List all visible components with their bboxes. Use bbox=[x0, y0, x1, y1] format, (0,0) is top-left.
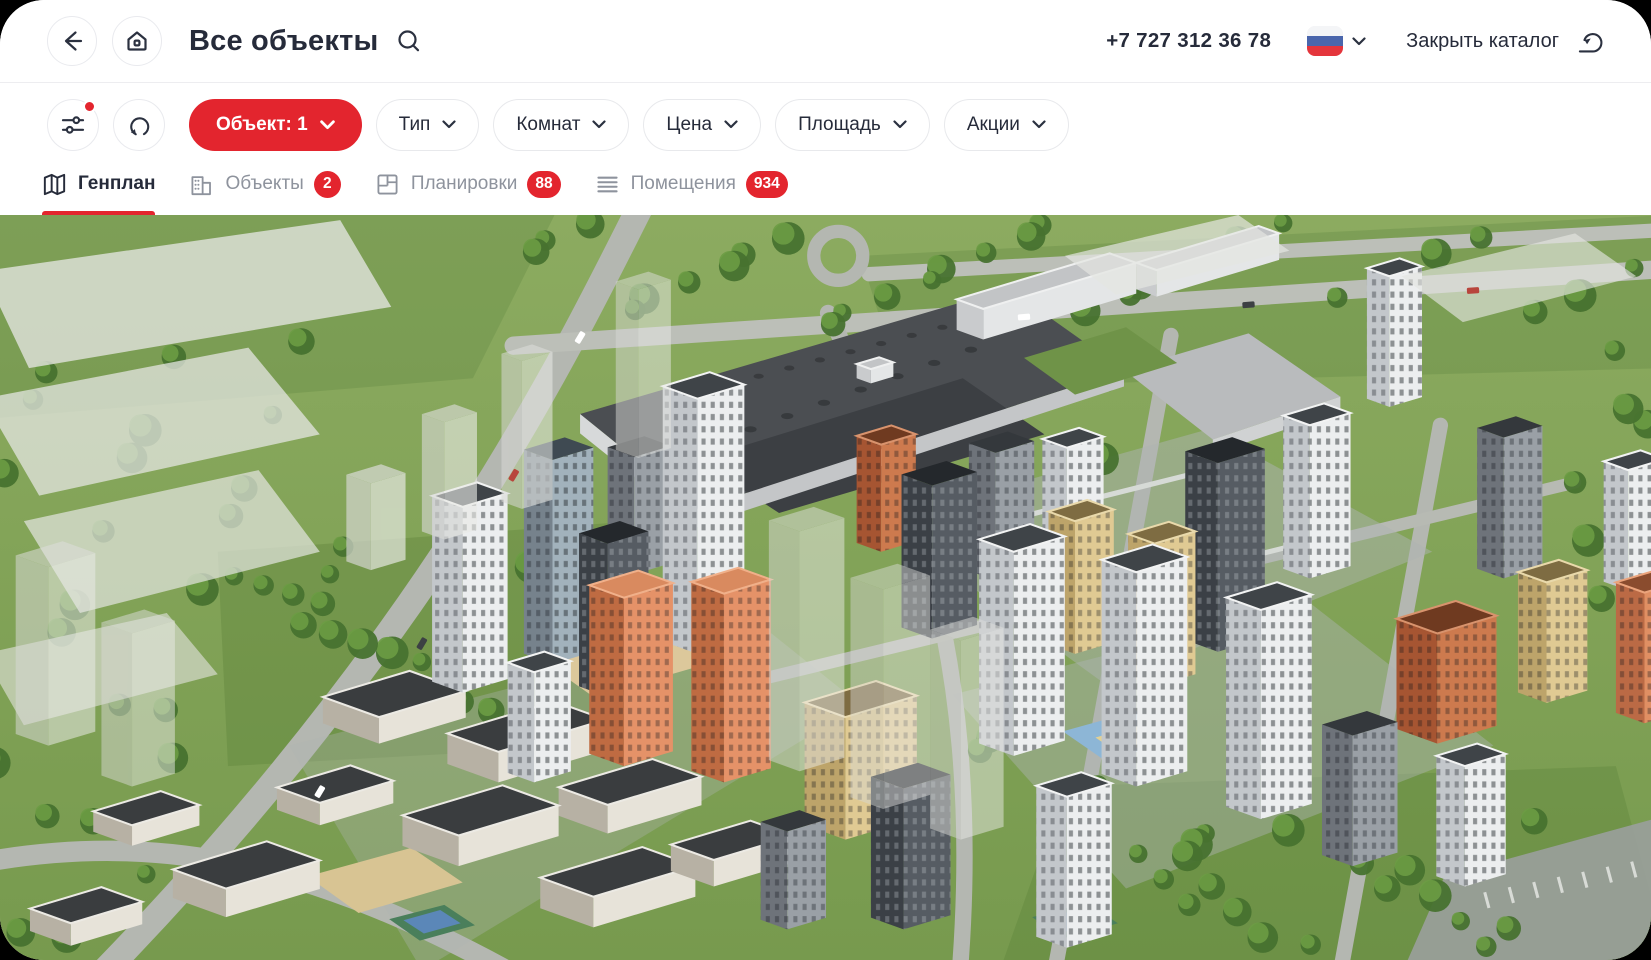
floorplan-icon bbox=[375, 172, 400, 197]
area-dropdown[interactable]: Площадь bbox=[775, 98, 930, 151]
chevron-down-icon bbox=[893, 120, 907, 129]
page-title: Все объекты bbox=[189, 24, 379, 57]
promotions-dropdown[interactable]: Акции bbox=[943, 98, 1069, 151]
phone-number[interactable]: +7 727 312 36 78 bbox=[1106, 29, 1271, 53]
type-dropdown-label: Тип bbox=[398, 113, 431, 135]
controls-panel: Объект: 1 Тип Комнат Цена Площадь Акции bbox=[0, 83, 1651, 215]
chevron-down-icon bbox=[319, 119, 335, 129]
tab-premises[interactable]: Помещения 934 bbox=[595, 153, 788, 215]
reset-filters-button[interactable] bbox=[113, 98, 165, 151]
tab-objects[interactable]: Объекты 2 bbox=[189, 153, 341, 215]
tab-genplan[interactable]: Генплан bbox=[42, 153, 156, 215]
masterplan-3d-view[interactable] bbox=[0, 215, 1651, 960]
map-icon bbox=[42, 172, 67, 197]
genplan-render bbox=[0, 215, 1651, 960]
close-catalog-button[interactable]: Закрыть каталог bbox=[1406, 25, 1607, 57]
tab-premises-label: Помещения bbox=[630, 173, 736, 194]
sliders-icon bbox=[61, 115, 85, 134]
chevron-down-icon bbox=[1352, 36, 1366, 45]
rooms-dropdown-label: Комнат bbox=[516, 113, 581, 135]
filters-button[interactable] bbox=[47, 98, 99, 151]
refresh-icon bbox=[130, 116, 150, 135]
promotions-dropdown-label: Акции bbox=[966, 113, 1020, 135]
filter-row: Объект: 1 Тип Комнат Цена Площадь Акции bbox=[0, 83, 1651, 151]
area-dropdown-label: Площадь bbox=[798, 113, 881, 135]
buildings-icon bbox=[189, 172, 214, 197]
rooms-dropdown[interactable]: Комнат bbox=[493, 98, 630, 151]
tab-layouts-badge: 88 bbox=[527, 170, 561, 198]
list-icon bbox=[595, 172, 620, 197]
tab-premises-badge: 934 bbox=[745, 170, 788, 198]
undo-icon bbox=[1578, 33, 1603, 53]
object-filter-label: Объект: 1 bbox=[216, 113, 308, 135]
tab-layouts[interactable]: Планировки 88 bbox=[375, 153, 561, 215]
price-dropdown[interactable]: Цена bbox=[643, 98, 762, 151]
catalog-window: Все объекты +7 727 312 36 78 Закрыть кат… bbox=[0, 0, 1651, 960]
top-bar: Все объекты +7 727 312 36 78 Закрыть кат… bbox=[0, 0, 1651, 83]
tab-genplan-label: Генплан bbox=[78, 173, 156, 194]
object-filter-dropdown[interactable]: Объект: 1 bbox=[189, 98, 362, 151]
search-button[interactable] bbox=[396, 28, 422, 54]
home-button[interactable] bbox=[112, 16, 162, 66]
tab-layouts-label: Планировки bbox=[410, 173, 518, 194]
chevron-down-icon bbox=[1032, 120, 1046, 129]
chevron-down-icon bbox=[724, 120, 738, 129]
language-selector[interactable] bbox=[1307, 26, 1366, 56]
notification-dot bbox=[83, 99, 96, 113]
back-arrow-icon bbox=[64, 31, 83, 51]
tab-objects-label: Объекты bbox=[225, 173, 304, 194]
tab-objects-badge: 2 bbox=[313, 170, 341, 198]
search-icon bbox=[398, 30, 420, 52]
home-icon bbox=[127, 31, 147, 51]
chevron-down-icon bbox=[592, 120, 607, 129]
topbar-right: +7 727 312 36 78 Закрыть каталог bbox=[1106, 25, 1607, 57]
russia-flag-icon bbox=[1307, 26, 1344, 56]
back-button[interactable] bbox=[47, 16, 97, 66]
close-catalog-label: Закрыть каталог bbox=[1406, 29, 1559, 52]
chevron-down-icon bbox=[442, 120, 456, 129]
view-tabs: Генплан Объекты 2 Планировки 88 Помещени… bbox=[0, 153, 1651, 215]
type-dropdown[interactable]: Тип bbox=[375, 98, 480, 151]
price-dropdown-label: Цена bbox=[666, 113, 713, 135]
